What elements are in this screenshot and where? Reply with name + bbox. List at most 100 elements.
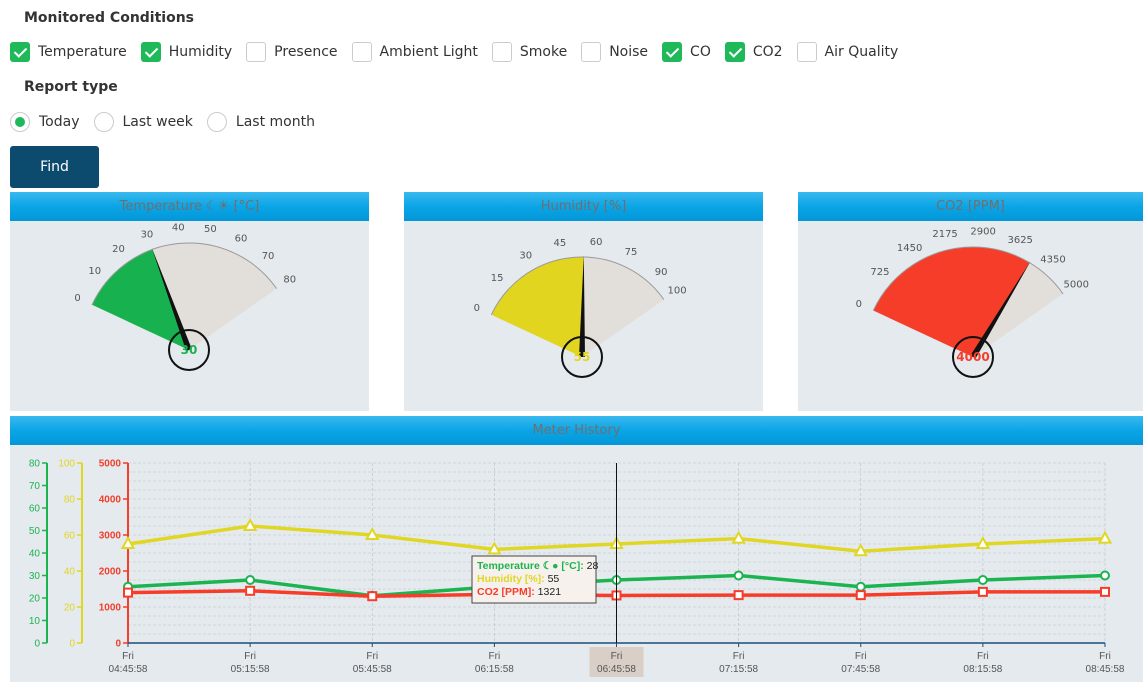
checkbox-box[interactable]	[796, 42, 817, 62]
co2-axis-label: 0	[115, 639, 121, 650]
x-axis-day-label: Fri	[855, 651, 867, 662]
temperature-point[interactable]	[245, 575, 256, 585]
meter-history-title: Meter History	[10, 416, 1143, 445]
checkbox-box[interactable]	[140, 42, 161, 62]
checkbox-co[interactable]: CO	[662, 42, 711, 62]
humidity-axis-label: 60	[64, 531, 76, 542]
tooltip-co2: CO2 [PPM]: 1321	[477, 586, 561, 598]
radio-today[interactable]: Today	[10, 112, 80, 132]
humidity-axis-label: 80	[64, 495, 76, 506]
x-axis-time-label: 06:15:58	[475, 664, 514, 675]
co2-point[interactable]	[733, 590, 744, 601]
radio-last-week[interactable]: Last week	[93, 112, 193, 132]
gauge-tick-label: 100	[667, 285, 686, 296]
x-axis-day-label: Fri	[489, 651, 501, 662]
checkbox-label: CO2	[752, 44, 783, 60]
checkbox-humidity[interactable]: Humidity	[140, 42, 233, 62]
x-axis-day-label: Fri	[366, 651, 378, 662]
gauge-tick-label: 80	[283, 274, 296, 285]
temperature-gauge-panel: Temperature ☾☀ [°C] 0 10 20 30 40 50 60 70 80 30	[10, 192, 369, 411]
gauge-value-label: 4000	[956, 350, 989, 364]
co2-axis-label: 1000	[99, 603, 122, 614]
co2-point[interactable]	[123, 587, 133, 598]
co2-axis-label: 2000	[99, 567, 122, 578]
x-axis-time-label: 07:15:58	[719, 664, 758, 675]
checkbox-box[interactable]	[351, 42, 372, 62]
x-axis-day-label: Fri	[977, 651, 989, 662]
radio-circle[interactable]	[206, 112, 227, 132]
temperature-axis-label: 40	[29, 549, 41, 560]
checkbox-box[interactable]	[491, 42, 512, 62]
temperature-point[interactable]	[1100, 570, 1110, 581]
checkbox-box[interactable]	[246, 42, 267, 62]
x-axis-time-label: 07:45:58	[841, 664, 880, 675]
checkbox-label: Humidity	[168, 44, 233, 60]
checkbox-label: CO	[690, 44, 711, 60]
co2-gauge-title: CO2 [PPM]	[798, 192, 1143, 221]
x-axis-day-label: Fri	[1099, 651, 1111, 662]
checkbox-label: Noise	[609, 44, 649, 60]
co2-point[interactable]	[1100, 586, 1110, 597]
temperature-axis-label: 30	[29, 571, 41, 582]
gauge-tick-label: 3625	[1007, 235, 1032, 246]
monitored-conditions-title: Monitored Conditions	[24, 10, 195, 26]
checkbox-box[interactable]	[581, 42, 602, 62]
x-axis-day-label: Fri	[244, 651, 256, 662]
checkbox-presence[interactable]: Presence	[246, 42, 338, 62]
temperature-point[interactable]	[733, 570, 744, 581]
checkbox-box[interactable]	[662, 42, 683, 62]
gauge-tick-label: 50	[204, 224, 217, 235]
find-button[interactable]: Find	[10, 146, 99, 188]
co2-point[interactable]	[977, 586, 988, 597]
humidity-point[interactable]	[120, 535, 136, 549]
x-axis-day-label: Fri	[611, 651, 623, 662]
checkbox-box[interactable]	[10, 42, 30, 62]
radio-label: Today	[39, 114, 80, 130]
x-axis-time-label: 05:45:58	[353, 664, 392, 675]
checkbox-ambient-light[interactable]: Ambient Light	[351, 42, 478, 62]
humidity-axis-label: 100	[58, 459, 75, 470]
humidity-point[interactable]	[1097, 530, 1113, 544]
radio-circle[interactable]	[10, 112, 30, 132]
checkbox-air-quality[interactable]: Air Quality	[796, 42, 898, 62]
co2-point[interactable]	[245, 585, 256, 596]
meter-history-panel: Meter History 0 10 20 30 40 50 60 70 80 0 20 40 60 80…	[10, 416, 1143, 682]
gauge-tick-label: 90	[655, 267, 668, 278]
gauge-tick-label: 10	[88, 266, 101, 277]
radio-label: Last month	[235, 114, 315, 130]
checkbox-box[interactable]	[724, 42, 745, 62]
gauge-tick-label: 20	[112, 244, 125, 255]
gauge-tick-label: 75	[625, 247, 638, 258]
tooltip-humidity: Humidity [%]: 55	[477, 573, 559, 585]
gauge-tick-label: 0	[74, 293, 80, 304]
x-axis-time-label: 04:45:58	[109, 664, 148, 675]
humidity-axis-label: 40	[64, 567, 76, 578]
humidity-point[interactable]	[853, 543, 868, 557]
humidity-axis-label: 20	[64, 603, 76, 614]
co2-point[interactable]	[855, 590, 866, 601]
x-axis-time-label: 05:15:58	[231, 664, 270, 675]
gauge-tick-label: 0	[856, 299, 862, 310]
humidity-point[interactable]	[365, 526, 380, 540]
temperature-point[interactable]	[977, 575, 988, 585]
checkbox-smoke[interactable]: Smoke	[491, 42, 568, 62]
humidity-point[interactable]	[242, 517, 258, 531]
humidity-point[interactable]	[975, 535, 991, 549]
gauge-tick-label: 60	[235, 234, 248, 245]
meter-history-chart[interactable]: 0102030405060708002040608010001000200030…	[10, 445, 1143, 682]
co2-point[interactable]	[367, 591, 378, 602]
radio-circle[interactable]	[93, 112, 114, 132]
temperature-point[interactable]	[855, 581, 866, 592]
temperature-gauge: 0 10 20 30 40 50 60 70 80 30	[74, 222, 296, 371]
humidity-point[interactable]	[487, 541, 502, 555]
co2-gauge: 0 725 1450 2175 2900 3625 4350 5000 4000	[856, 226, 1089, 378]
temperature-axis-label: 10	[29, 616, 41, 627]
report-type-title: Report type	[24, 79, 118, 95]
checkbox-noise[interactable]: Noise	[581, 42, 648, 62]
gauge-tick-label: 4350	[1040, 255, 1065, 266]
checkbox-label: Smoke	[519, 44, 568, 60]
checkbox-co2[interactable]: CO2	[724, 42, 783, 62]
humidity-point[interactable]	[731, 530, 746, 544]
radio-last-month[interactable]: Last month	[206, 112, 315, 132]
checkbox-temperature[interactable]: Temperature	[10, 42, 127, 62]
